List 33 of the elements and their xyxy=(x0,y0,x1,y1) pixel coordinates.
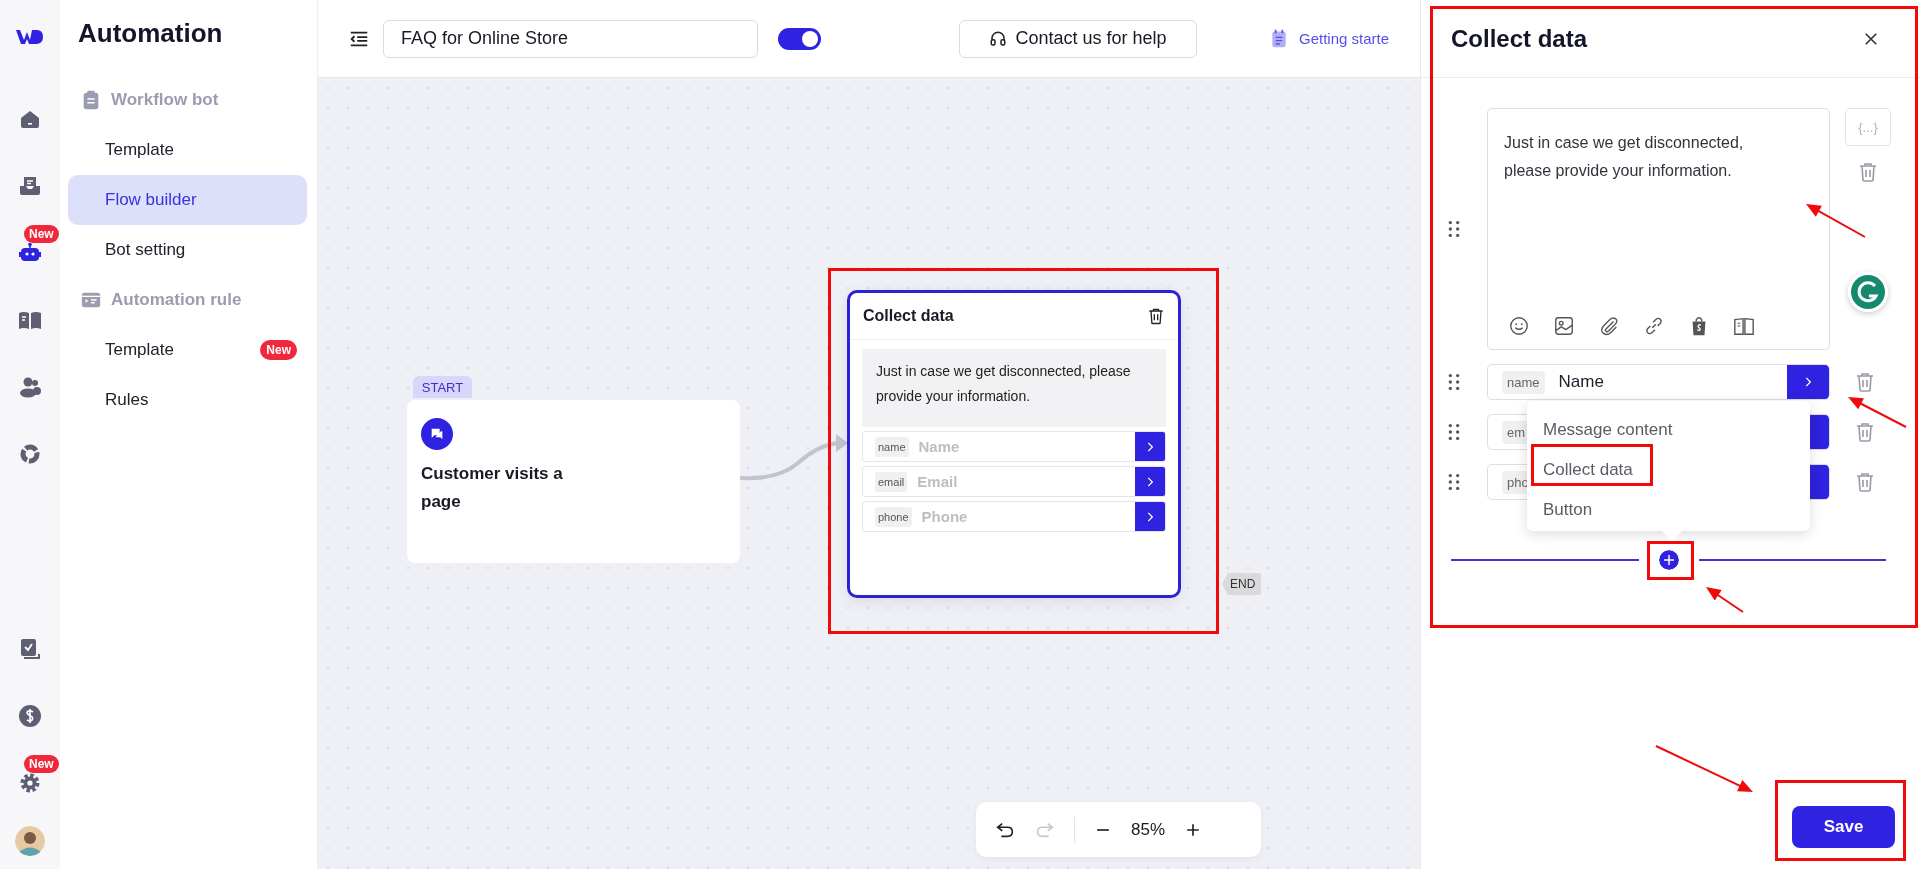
sidebar-title: Automation xyxy=(78,18,224,49)
message-editor[interactable]: Just in case we get disconnected, please provide your information. xyxy=(1487,108,1830,350)
sidebar-item[interactable]: Template xyxy=(68,125,307,175)
getting-started-link[interactable]: Getting starte xyxy=(1299,30,1390,47)
end-tag: END xyxy=(1222,573,1262,595)
section-heading: Workflow bot xyxy=(111,90,219,110)
save-button[interactable]: Save xyxy=(1792,806,1895,848)
new-badge: New xyxy=(24,755,59,773)
trigger-node[interactable]: Customer visits a page xyxy=(407,400,740,563)
panel-title: Collect data xyxy=(1451,24,1588,53)
new-badge: New xyxy=(24,225,59,243)
input-field[interactable]: name Name xyxy=(1487,364,1830,400)
new-badge: New xyxy=(260,340,297,360)
message-bubble: Just in case we get disconnected, please provide your information. xyxy=(862,349,1166,427)
input-field[interactable]: email Email xyxy=(862,466,1166,497)
input-field[interactable]: name Name xyxy=(862,431,1166,462)
menu-item[interactable]: Message content xyxy=(1527,410,1810,450)
start-tag: START xyxy=(413,376,472,398)
sidebar-item[interactable]: Flow builder xyxy=(68,175,307,225)
input-field[interactable]: phone Phone xyxy=(862,501,1166,532)
help-button[interactable]: Contact us for help xyxy=(959,19,1197,58)
node-title: Collect data xyxy=(863,307,954,325)
sidebar-item[interactable]: Template New xyxy=(68,325,307,375)
section-heading: Automation rule xyxy=(111,290,242,310)
flow-name-field[interactable]: FAQ for Online Store xyxy=(383,19,758,58)
node-title: Customer visits a page xyxy=(421,463,564,513)
menu-item[interactable]: Collect data xyxy=(1527,450,1810,490)
sidebar-item[interactable]: Bot setting xyxy=(68,225,307,275)
sidebar-item[interactable]: Rules xyxy=(68,375,307,425)
message-text: Just in case we get disconnected, please provide your information. xyxy=(1504,133,1745,181)
collect-data-node[interactable]: Collect data Just in case we get disconnected, please provide your information. name Name email Email phone Phone xyxy=(847,290,1181,598)
zoom-level: 85% xyxy=(1131,819,1166,840)
menu-item[interactable]: Button xyxy=(1527,490,1810,530)
